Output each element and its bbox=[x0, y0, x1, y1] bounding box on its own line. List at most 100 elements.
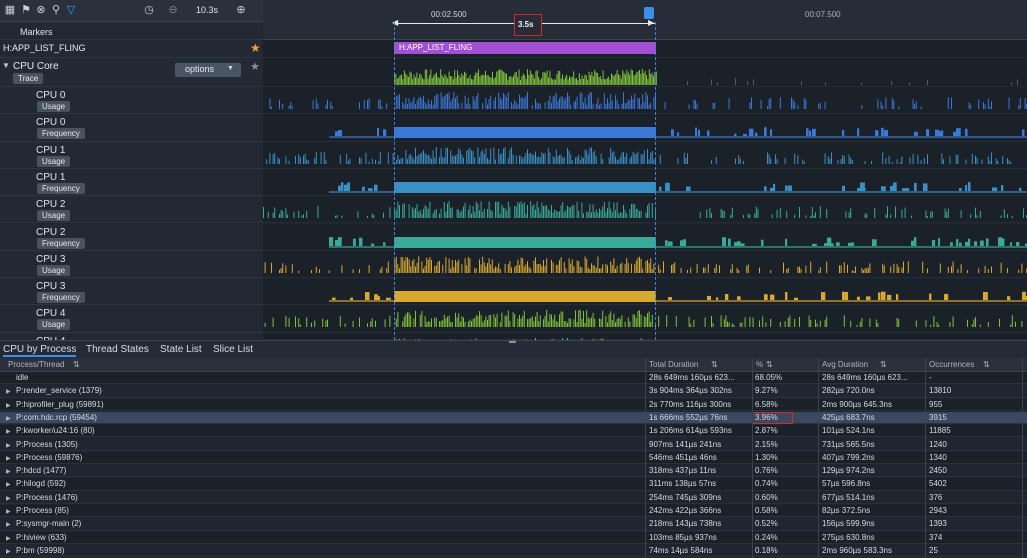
table-row[interactable]: idle 28s 649ms 160µs 623... 68.05% 28s 649m… bbox=[0, 372, 1027, 385]
options-dropdown[interactable]: options ▼ bbox=[175, 63, 241, 77]
table-row[interactable]: ▶ P:Process (59876) 546ms 451µs 46ns 1.30% 4… bbox=[0, 451, 1027, 465]
table-row[interactable]: ▶ P:hiprofiler_plug (59891) 2s 770ms 116µs… bbox=[0, 398, 1027, 411]
col-avg-duration[interactable]: Avg Duration bbox=[822, 360, 868, 369]
table-row[interactable]: ▶ P:Process (85) 242ms 422µs 366ns 0.58% 82µ… bbox=[0, 505, 1027, 518]
expand-arrow-icon[interactable]: ▶ bbox=[6, 455, 11, 462]
table-row[interactable]: ▶ P:sysmgr-main (2) 218ms 143µs 738ns 0.52%… bbox=[0, 518, 1027, 531]
table-row[interactable]: ▶ P:render_service (1379) 3s 904ms 364µs 3… bbox=[0, 385, 1027, 398]
sort-icon[interactable]: ⇅ bbox=[983, 360, 990, 369]
cpu-track[interactable] bbox=[263, 332, 1027, 355]
usage-mark bbox=[647, 95, 648, 109]
table-row[interactable]: ▶ P:bm (59998) 74ms 14µs 584ns 0.18% 2ms 960… bbox=[0, 544, 1027, 558]
usage-mark bbox=[549, 152, 551, 164]
expand-arrow-icon[interactable]: ▶ bbox=[6, 442, 11, 449]
cpu-track[interactable] bbox=[263, 223, 1027, 251]
tab-state-list[interactable]: State List bbox=[160, 344, 202, 355]
usage-mark bbox=[925, 320, 927, 328]
expand-arrow-icon[interactable]: ▶ bbox=[6, 548, 11, 555]
search-icon[interactable]: ⚲ bbox=[50, 4, 62, 16]
usage-mark bbox=[515, 206, 517, 219]
zoom-in-icon[interactable]: ⊕ bbox=[235, 4, 247, 16]
sort-icon[interactable]: ⇅ bbox=[711, 360, 718, 369]
expand-arrow-icon[interactable]: ▶ bbox=[6, 402, 11, 409]
usage-mark bbox=[743, 215, 744, 219]
core-mark bbox=[580, 79, 582, 85]
usage-mark bbox=[264, 261, 266, 273]
core-mark bbox=[611, 73, 612, 85]
cpu-name: CPU 1 bbox=[36, 171, 66, 183]
ruler-time-right: 00:07.500 bbox=[805, 10, 841, 19]
core-mark bbox=[528, 74, 530, 85]
usage-mark bbox=[704, 317, 706, 328]
usage-mark bbox=[458, 259, 460, 273]
cpu-track[interactable] bbox=[263, 196, 1027, 224]
expand-arrow-icon[interactable]: ▶ bbox=[6, 521, 11, 528]
usage-mark bbox=[607, 98, 608, 109]
fling-track[interactable]: H:APP_LIST_FLING bbox=[263, 40, 1027, 58]
usage-mark bbox=[416, 100, 418, 109]
expand-arrow-icon[interactable]: ▶ bbox=[6, 535, 11, 542]
core-mark bbox=[630, 69, 632, 85]
core-mark bbox=[573, 71, 575, 85]
table-row[interactable]: ▶ P:hdcd (1477) 318ms 437µs 11ns 0.76% 129µs… bbox=[0, 465, 1027, 478]
table-row[interactable]: ▶ P:hilogd (592) 311ms 138µs 57ns 0.74% 57µs… bbox=[0, 478, 1027, 491]
cpu-track[interactable] bbox=[263, 305, 1027, 333]
table-row[interactable]: ▶ P:kworker/u24:16 (80) 1s 206ms 614µs 593… bbox=[0, 425, 1027, 438]
sort-icon[interactable]: ⇅ bbox=[880, 360, 887, 369]
cpu-track[interactable] bbox=[263, 141, 1027, 169]
expand-arrow-icon[interactable]: ▶ bbox=[6, 508, 11, 515]
cpu-track[interactable] bbox=[263, 278, 1027, 306]
cpu-track[interactable] bbox=[263, 114, 1027, 142]
expand-arrow-icon[interactable]: ▶ bbox=[6, 481, 11, 488]
usage-mark bbox=[845, 211, 847, 219]
expand-arrow-icon[interactable]: ▶ bbox=[6, 468, 11, 475]
usage-mark bbox=[527, 205, 528, 219]
time-ruler[interactable]: 00:02.500 00:07.500 ◀ ▶ 3.5s bbox=[263, 0, 1027, 40]
flag-marker-icon[interactable] bbox=[644, 7, 654, 19]
usage-mark bbox=[530, 268, 532, 273]
expand-arrow-icon[interactable]: ▶ bbox=[6, 415, 11, 422]
cpu-track[interactable] bbox=[263, 87, 1027, 115]
tab-thread-states[interactable]: Thread States bbox=[86, 344, 149, 355]
table-row[interactable]: ▶ P:Process (1305) 907ms 141µs 241ns 2.15% 7… bbox=[0, 438, 1027, 451]
table-row[interactable]: ▶ P:com.hdc.rcp (59454) 1s 666ms 552µs 76n… bbox=[0, 411, 1027, 425]
grid-icon[interactable]: ▦ bbox=[4, 4, 16, 16]
col-total-duration[interactable]: Total Duration bbox=[649, 360, 698, 369]
col-percent[interactable]: % bbox=[756, 360, 763, 369]
sort-icon[interactable]: ⇅ bbox=[766, 360, 773, 369]
fling-slice[interactable]: H:APP_LIST_FLING bbox=[394, 42, 656, 54]
sort-icon[interactable]: ⇅ bbox=[73, 360, 80, 369]
expand-arrow-icon[interactable]: ▶ bbox=[6, 428, 11, 435]
table-row[interactable]: ▶ P:hiview (633) 103ms 85µs 937ns 0.24% 275µ… bbox=[0, 531, 1027, 544]
expand-arrow-icon[interactable]: ▶ bbox=[6, 388, 11, 395]
core-mark bbox=[496, 71, 498, 85]
expand-arrow-icon[interactable]: ▶ bbox=[6, 495, 11, 502]
tab-cpu-by-process[interactable]: CPU by Process bbox=[3, 344, 77, 357]
panel-handle-icon[interactable]: ▬ bbox=[509, 338, 516, 345]
star-outline-icon[interactable]: ★ bbox=[250, 60, 260, 73]
cpu-track[interactable] bbox=[263, 168, 1027, 197]
usage-mark bbox=[311, 269, 312, 273]
freq-mark bbox=[770, 294, 775, 301]
cpu-core-track[interactable] bbox=[263, 58, 1027, 87]
col-process-thread[interactable]: Process/Thread bbox=[8, 360, 64, 369]
cpu-track[interactable] bbox=[263, 250, 1027, 279]
usage-mark bbox=[891, 97, 893, 109]
usage-mark bbox=[547, 147, 549, 164]
usage-mark bbox=[285, 155, 287, 164]
usage-mark bbox=[631, 95, 632, 109]
tab-slice-list[interactable]: Slice List bbox=[213, 344, 253, 355]
freq-mark bbox=[1019, 187, 1022, 191]
col-occurrences[interactable]: Occurrences bbox=[929, 360, 974, 369]
zoom-minus-icon[interactable]: ⊖ bbox=[167, 4, 179, 16]
zoom-out-icon[interactable]: ◷ bbox=[143, 4, 155, 16]
flag-icon[interactable]: ⚑ bbox=[20, 4, 32, 16]
filter-icon[interactable]: ▽ bbox=[65, 4, 77, 16]
table-row[interactable]: ▶ P:Process (1476) 254ms 745µs 309ns 0.60% 6… bbox=[0, 491, 1027, 504]
close-circle-icon[interactable]: ⊗ bbox=[35, 4, 47, 16]
usage-mark bbox=[299, 156, 301, 164]
usage-mark bbox=[626, 152, 628, 164]
collapse-arrow-icon[interactable]: ▼ bbox=[2, 61, 10, 70]
star-icon[interactable]: ★ bbox=[250, 41, 261, 55]
usage-mark bbox=[843, 315, 845, 328]
